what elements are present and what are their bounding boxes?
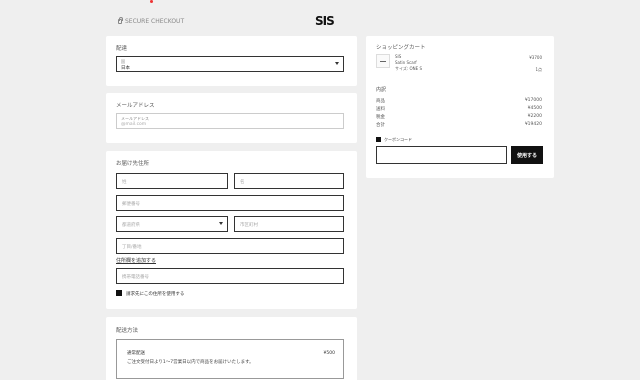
last-name-field[interactable]: 姓 xyxy=(116,173,228,189)
product-quantity: 1点 xyxy=(535,67,542,72)
postal-placeholder: 郵便番号 xyxy=(122,202,140,207)
breakdown-row-value: ¥2200 xyxy=(527,114,542,119)
last-name-placeholder: 姓 xyxy=(122,180,127,185)
chevron-down-icon xyxy=(219,222,223,225)
product-price: ¥3700 xyxy=(529,55,542,60)
cart-summary-card: ショッピングカート SIS Satin Scarf サイズ: ONE S ¥37… xyxy=(366,36,554,178)
country-value: 日本 xyxy=(121,66,130,71)
postal-code-field[interactable]: 郵便番号 xyxy=(116,195,344,211)
status-dot xyxy=(150,0,153,3)
top-bar: SECURE CHECKOUT SIS xyxy=(0,0,640,30)
city-field[interactable]: 市区町村 xyxy=(234,216,344,232)
country-select[interactable]: 国 日本 xyxy=(116,56,344,72)
address-field[interactable]: 丁目/番地 xyxy=(116,238,344,254)
breakdown-row-label: 合計 xyxy=(376,123,385,128)
billing-same-checkbox[interactable] xyxy=(116,290,122,296)
first-name-field[interactable]: 名 xyxy=(234,173,344,189)
billing-same-label: 請求先にこの住所を使用する xyxy=(126,292,185,297)
shipping-method-card: 配送方法 通常配送 ご注文受付日より1〜7営業日以内で商品をお届けいたします。 … xyxy=(106,317,357,380)
product-line-3: サイズ: ONE S xyxy=(395,66,422,71)
breakdown-row-label: 税金 xyxy=(376,115,385,120)
phone-field[interactable]: 携帯電話番号 xyxy=(116,268,344,284)
email-field-value: @mail.com xyxy=(121,122,147,127)
delivery-card: 配達 国 日本 xyxy=(106,36,357,86)
add-address-link[interactable]: 住所欄を追加する xyxy=(116,257,156,264)
shipping-title: お届け先住所 xyxy=(116,161,150,167)
product-line-1: SIS xyxy=(395,54,402,59)
address-placeholder: 丁目/番地 xyxy=(122,245,142,250)
secure-checkout: SECURE CHECKOUT xyxy=(118,17,185,25)
first-name-placeholder: 名 xyxy=(240,180,245,185)
email-card: メールアドレス メールアドレス @mail.com xyxy=(106,93,357,143)
breakdown-row-value: ¥17000 xyxy=(524,98,542,103)
delivery-title: 配達 xyxy=(116,46,128,52)
breakdown-row-label: 商品 xyxy=(376,99,385,104)
breakdown-row-value: ¥4500 xyxy=(527,106,542,111)
cart-title: ショッピングカート xyxy=(376,45,426,51)
product-thumbnail xyxy=(376,54,390,68)
lock-icon xyxy=(118,17,123,24)
shipping-address-card: お届け先住所 姓 名 郵便番号 都道府県 市区町村 丁目/番地 住所欄を追加する… xyxy=(106,151,357,309)
shipping-option-desc: ご注文受付日より1〜7営業日以内で商品をお届けいたします。 xyxy=(127,360,254,365)
shipping-option-name: 通常配送 xyxy=(127,351,145,356)
secure-checkout-label: SECURE CHECKOUT xyxy=(125,18,185,25)
product-line-2: Satin Scarf xyxy=(395,60,417,65)
phone-placeholder: 携帯電話番号 xyxy=(122,275,149,280)
city-placeholder: 市区町村 xyxy=(240,223,258,228)
shipping-option[interactable]: 通常配送 ご注文受付日より1〜7営業日以内で商品をお届けいたします。 ¥500 xyxy=(116,339,344,379)
coupon-checkbox[interactable] xyxy=(376,137,381,142)
brand-logo[interactable]: SIS xyxy=(315,14,335,28)
apply-coupon-button[interactable]: 使用する xyxy=(511,146,543,164)
coupon-label: クーポンコード xyxy=(384,137,412,142)
prefecture-select[interactable]: 都道府県 xyxy=(116,216,228,232)
breakdown-row-value: ¥19420 xyxy=(524,122,542,127)
breakdown-title: 内訳 xyxy=(376,87,387,93)
chevron-down-icon xyxy=(335,62,339,65)
email-title: メールアドレス xyxy=(116,103,155,109)
breakdown-row-label: 送料 xyxy=(376,107,385,112)
coupon-input[interactable] xyxy=(376,146,507,164)
email-field[interactable]: メールアドレス @mail.com xyxy=(116,113,344,129)
prefecture-placeholder: 都道府県 xyxy=(122,223,140,228)
shipping-option-price: ¥500 xyxy=(323,351,335,356)
shipping-method-title: 配送方法 xyxy=(116,328,139,334)
